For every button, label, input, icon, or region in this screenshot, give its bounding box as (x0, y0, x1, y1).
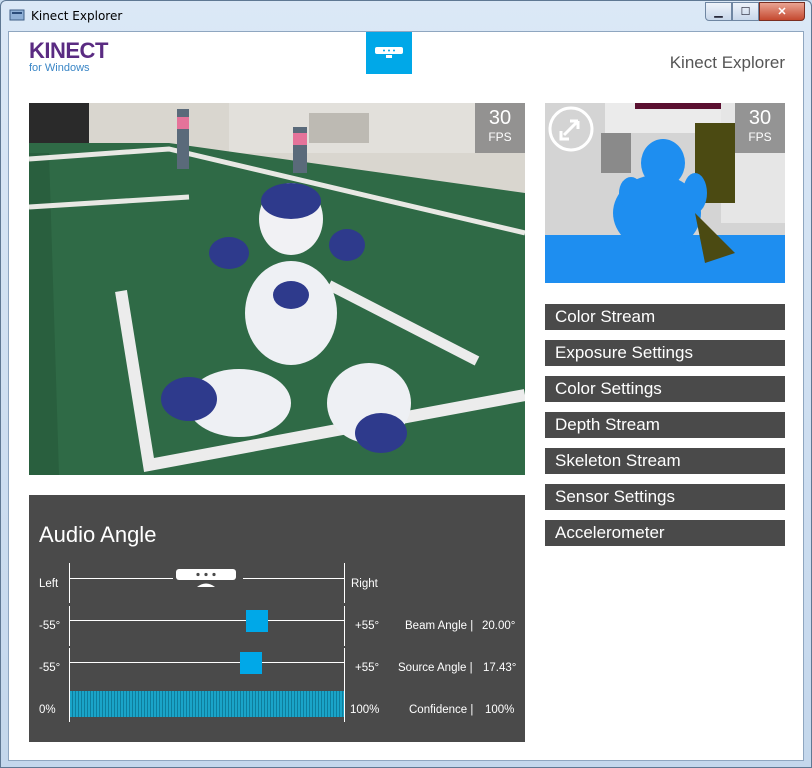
menu-item-color-stream[interactable]: Color Stream (545, 304, 785, 330)
depth-stream-view[interactable]: 30 FPS (545, 103, 785, 283)
beam-min-label: -55° (39, 620, 61, 632)
direction-right-label: Right (351, 578, 378, 590)
color-camera-image (29, 103, 525, 475)
source-angle-name: Source Angle | (398, 662, 473, 674)
source-angle-value: 17.43° (483, 662, 517, 674)
source-left-tick (69, 648, 70, 688)
source-angle-track (69, 662, 345, 663)
confidence-value: 100% (485, 704, 515, 716)
beam-angle-value: 20.00° (482, 620, 516, 632)
client-area: KINECT for Windows Kinect Explorer 30 FP… (8, 31, 804, 761)
title-bar[interactable]: Kinect Explorer ▁ ☐ ✕ (1, 1, 811, 31)
beam-max-label: +55° (355, 620, 380, 632)
depth-fps-counter: 30 FPS (735, 103, 785, 153)
source-right-tick (344, 648, 345, 688)
menu-item-sensor-settings[interactable]: Sensor Settings (545, 484, 785, 510)
depth-fps-label: FPS (748, 130, 772, 144)
beam-angle-name: Beam Angle | (405, 620, 474, 632)
kinect-logo: KINECT for Windows (29, 38, 108, 74)
settings-menu: Color Stream Exposure Settings Color Set… (545, 304, 785, 556)
kinect-sensor-direction-icon (176, 569, 236, 587)
menu-item-accelerometer[interactable]: Accelerometer (545, 520, 785, 546)
beam-left-tick (69, 606, 70, 646)
direction-left-tick (69, 563, 70, 603)
direction-line-left (69, 578, 173, 579)
confidence-name: Confidence | (409, 704, 474, 716)
confidence-right-tick (344, 688, 345, 722)
direction-right-tick (344, 563, 345, 603)
menu-item-color-settings[interactable]: Color Settings (545, 376, 785, 402)
color-fps-label: FPS (488, 130, 512, 144)
close-button[interactable]: ✕ (759, 2, 805, 21)
source-min-label: -55° (39, 662, 61, 674)
direction-left-label: Left (39, 578, 59, 590)
menu-item-exposure-settings[interactable]: Exposure Settings (545, 340, 785, 366)
confidence-bar (70, 691, 344, 717)
confidence-min-label: 0% (39, 704, 56, 716)
beam-right-tick (344, 606, 345, 646)
app-window: Kinect Explorer ▁ ☐ ✕ KINECT for Windows… (0, 0, 812, 768)
depth-fps-value: 30 (748, 107, 772, 129)
source-angle-indicator (239, 652, 262, 674)
swap-arrows-icon[interactable] (547, 105, 595, 153)
minimize-button[interactable]: ▁ (705, 2, 732, 21)
app-icon (9, 9, 25, 21)
beam-angle-indicator (246, 610, 269, 632)
beam-angle-track (69, 620, 345, 621)
app-title: Kinect Explorer (669, 53, 785, 72)
source-max-label: +55° (355, 662, 380, 674)
audio-angle-panel: Audio Angle Left Right -55° +55° Beam An… (29, 495, 525, 742)
direction-line-right (243, 578, 345, 579)
menu-item-depth-stream[interactable]: Depth Stream (545, 412, 785, 438)
logo-main-text: KINECT (29, 38, 108, 63)
kinect-sensor-icon (366, 32, 412, 74)
window-title: Kinect Explorer (31, 9, 123, 23)
audio-angle-title: Audio Angle (39, 522, 157, 547)
confidence-max-label: 100% (350, 704, 380, 716)
color-fps-value: 30 (488, 107, 512, 129)
color-fps-counter: 30 FPS (475, 103, 525, 153)
maximize-button[interactable]: ☐ (732, 2, 759, 21)
color-stream-view[interactable]: 30 FPS (29, 103, 525, 475)
menu-item-skeleton-stream[interactable]: Skeleton Stream (545, 448, 785, 474)
sensor-glyph-icon (375, 47, 403, 58)
